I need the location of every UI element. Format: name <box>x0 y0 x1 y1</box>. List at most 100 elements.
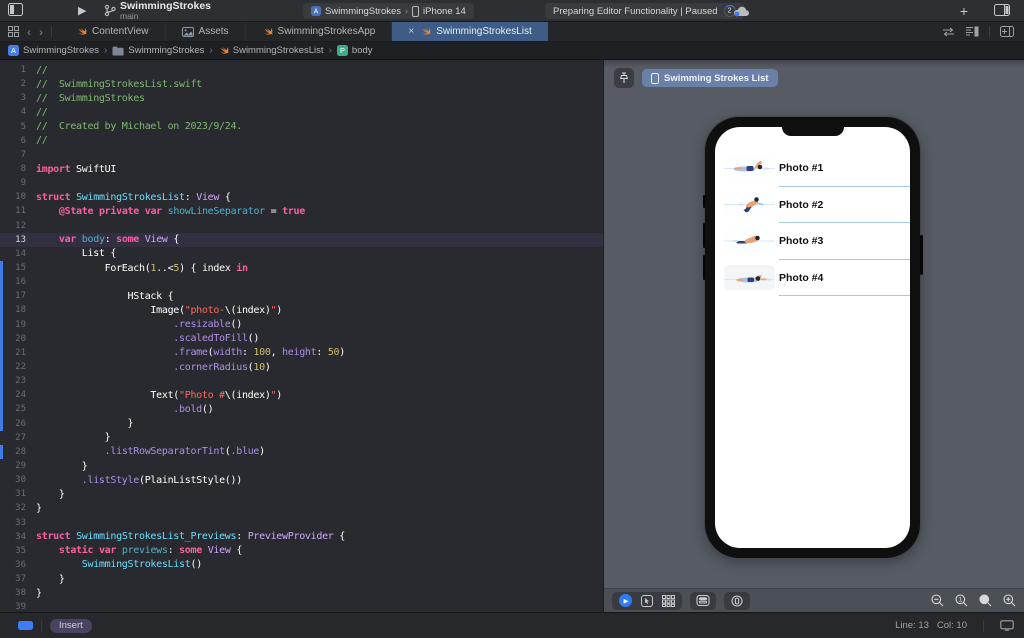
tab-overview-icon[interactable] <box>8 26 19 37</box>
line-number[interactable]: 23 <box>0 376 36 386</box>
line-number[interactable]: 17 <box>0 291 36 301</box>
line-number[interactable]: 3 <box>0 93 36 103</box>
color-scheme-button[interactable] <box>724 591 750 610</box>
preview-target-chip[interactable]: Swimming Strokes List <box>642 69 778 87</box>
list-row-photo-#2[interactable]: Photo #2 <box>715 187 910 223</box>
code-line-20[interactable]: 20 .scaledToFill() <box>0 331 603 346</box>
breadcrumb-item-SwimmingStrokesList[interactable]: SwimmingStrokesList <box>218 45 324 56</box>
tab-Assets[interactable]: Assets <box>166 22 246 41</box>
scheme-selector[interactable]: A SwimmingStrokes › iPhone 14 <box>303 3 474 19</box>
line-number[interactable]: 9 <box>0 178 36 188</box>
tab-SwimmingStrokesList[interactable]: × SwimmingStrokesList <box>392 22 548 41</box>
line-number[interactable]: 14 <box>0 249 36 259</box>
line-number[interactable]: 26 <box>0 419 36 429</box>
device-settings-button[interactable] <box>690 591 716 610</box>
zoom-fit-icon[interactable] <box>979 594 992 607</box>
list-row-photo-#3[interactable]: Photo #3 <box>715 223 910 260</box>
line-number[interactable]: 22 <box>0 362 36 372</box>
line-number[interactable]: 38 <box>0 588 36 598</box>
breadcrumb-item-body[interactable]: Pbody <box>336 45 373 56</box>
code-line-23[interactable]: 23 <box>0 374 603 389</box>
close-tab-icon[interactable]: × <box>408 26 414 37</box>
code-line-7[interactable]: 7 <box>0 148 603 162</box>
code-line-4[interactable]: 4// <box>0 105 603 119</box>
code-line-38[interactable]: 38} <box>0 586 603 600</box>
code-line-12[interactable]: 12 <box>0 219 603 233</box>
line-number[interactable]: 36 <box>0 560 36 570</box>
code-line-35[interactable]: 35 static var previews: some View { <box>0 544 603 558</box>
pin-preview-button[interactable] <box>614 68 634 88</box>
line-number[interactable]: 13 <box>0 235 36 245</box>
line-number[interactable]: 18 <box>0 305 36 315</box>
code-line-2[interactable]: 2// SwimmingStrokesList.swift <box>0 77 603 91</box>
selectable-preview-icon[interactable] <box>641 594 653 607</box>
line-number[interactable]: 35 <box>0 546 36 556</box>
variants-icon[interactable] <box>662 594 675 607</box>
code-line-25[interactable]: 25 .bold() <box>0 402 603 417</box>
zoom-in-icon[interactable] <box>1003 594 1016 607</box>
add-tab-button[interactable]: + <box>960 2 968 20</box>
code-line-28[interactable]: 28 .listRowSeparatorTint(.blue) <box>0 444 603 459</box>
code-line-26[interactable]: 26 } <box>0 416 603 431</box>
code-line-31[interactable]: 31 } <box>0 487 603 501</box>
code-line-21[interactable]: 21 .frame(width: 100, height: 50) <box>0 345 603 360</box>
source-editor[interactable]: 1//2// SwimmingStrokesList.swift 3// Swim… <box>0 60 604 612</box>
forward-button[interactable]: › <box>39 26 43 38</box>
line-number[interactable]: 5 <box>0 122 36 132</box>
code-line-13[interactable]: 13 var body: some View { <box>0 232 603 247</box>
line-number[interactable]: 15 <box>0 263 36 273</box>
code-line-33[interactable]: 33 <box>0 516 603 530</box>
editor-layout-icon[interactable] <box>994 4 1010 16</box>
code-line-10[interactable]: 10 struct SwimmingStrokesList: View { <box>0 190 603 204</box>
code-line-39[interactable]: 39 <box>0 600 603 612</box>
line-number[interactable]: 27 <box>0 433 36 443</box>
back-button[interactable]: ‹ <box>27 26 31 38</box>
line-number[interactable]: 6 <box>0 136 36 146</box>
code-line-15[interactable]: 15 ForEach(1..<5) { index in <box>0 260 603 276</box>
line-number[interactable]: 7 <box>0 150 36 160</box>
line-number[interactable]: 10 <box>0 192 36 202</box>
line-number[interactable]: 19 <box>0 320 36 330</box>
code-line-1[interactable]: 1// <box>0 63 603 77</box>
add-editor-icon[interactable] <box>1000 26 1014 37</box>
line-number[interactable]: 1 <box>0 65 36 75</box>
line-number[interactable]: 2 <box>0 79 36 89</box>
live-preview-button[interactable]: ▶ <box>619 594 632 607</box>
line-number[interactable]: 32 <box>0 503 36 513</box>
line-number[interactable]: 4 <box>0 107 36 117</box>
line-number[interactable]: 24 <box>0 390 36 400</box>
line-number[interactable]: 20 <box>0 334 36 344</box>
list-row-photo-#4[interactable]: Photo #4 <box>715 260 910 296</box>
code-line-37[interactable]: 37 } <box>0 572 603 586</box>
code-line-8[interactable]: 8 import SwiftUI <box>0 162 603 176</box>
line-number[interactable]: 30 <box>0 475 36 485</box>
line-number[interactable]: 21 <box>0 348 36 358</box>
code-line-3[interactable]: 3// SwimmingStrokes <box>0 91 603 105</box>
line-number[interactable]: 33 <box>0 518 36 528</box>
zoom-100-icon[interactable]: 1 <box>955 594 968 607</box>
navigator-toggle-icon[interactable] <box>8 3 23 16</box>
list-row-photo-#1[interactable]: Photo #1 <box>715 150 910 187</box>
line-number[interactable]: 34 <box>0 532 36 542</box>
code-line-14[interactable]: 14 List { <box>0 247 603 261</box>
code-line-32[interactable]: 32} <box>0 501 603 515</box>
activity-viewer[interactable]: Preparing Editor Functionality | Paused … <box>545 3 744 19</box>
code-line-29[interactable]: 29 } <box>0 459 603 473</box>
tab-SwimmingStrokesApp[interactable]: SwimmingStrokesApp <box>246 22 393 41</box>
code-line-9[interactable]: 9 <box>0 176 603 190</box>
line-number[interactable]: 8 <box>0 164 36 174</box>
code-line-6[interactable]: 6// <box>0 134 603 148</box>
code-line-17[interactable]: 17 HStack { <box>0 289 603 304</box>
code-line-11[interactable]: 11 @State private var showLineSeparator … <box>0 204 603 218</box>
line-number[interactable]: 37 <box>0 574 36 584</box>
run-button[interactable]: ▶ <box>78 4 86 17</box>
code-line-30[interactable]: 30 .listStyle(PlainListStyle()) <box>0 473 603 487</box>
code-line-22[interactable]: 22 .cornerRadius(10) <box>0 359 603 375</box>
code-line-5[interactable]: 5// Created by Michael on 2023/9/24. <box>0 120 603 134</box>
code-line-18[interactable]: 18 Image("photo-\(index)") <box>0 303 603 318</box>
code-line-27[interactable]: 27 } <box>0 431 603 445</box>
line-number[interactable]: 11 <box>0 206 36 216</box>
code-review-icon[interactable] <box>942 27 955 37</box>
tab-ContentView[interactable]: ContentView <box>60 22 166 41</box>
minimap-icon[interactable] <box>965 26 979 37</box>
